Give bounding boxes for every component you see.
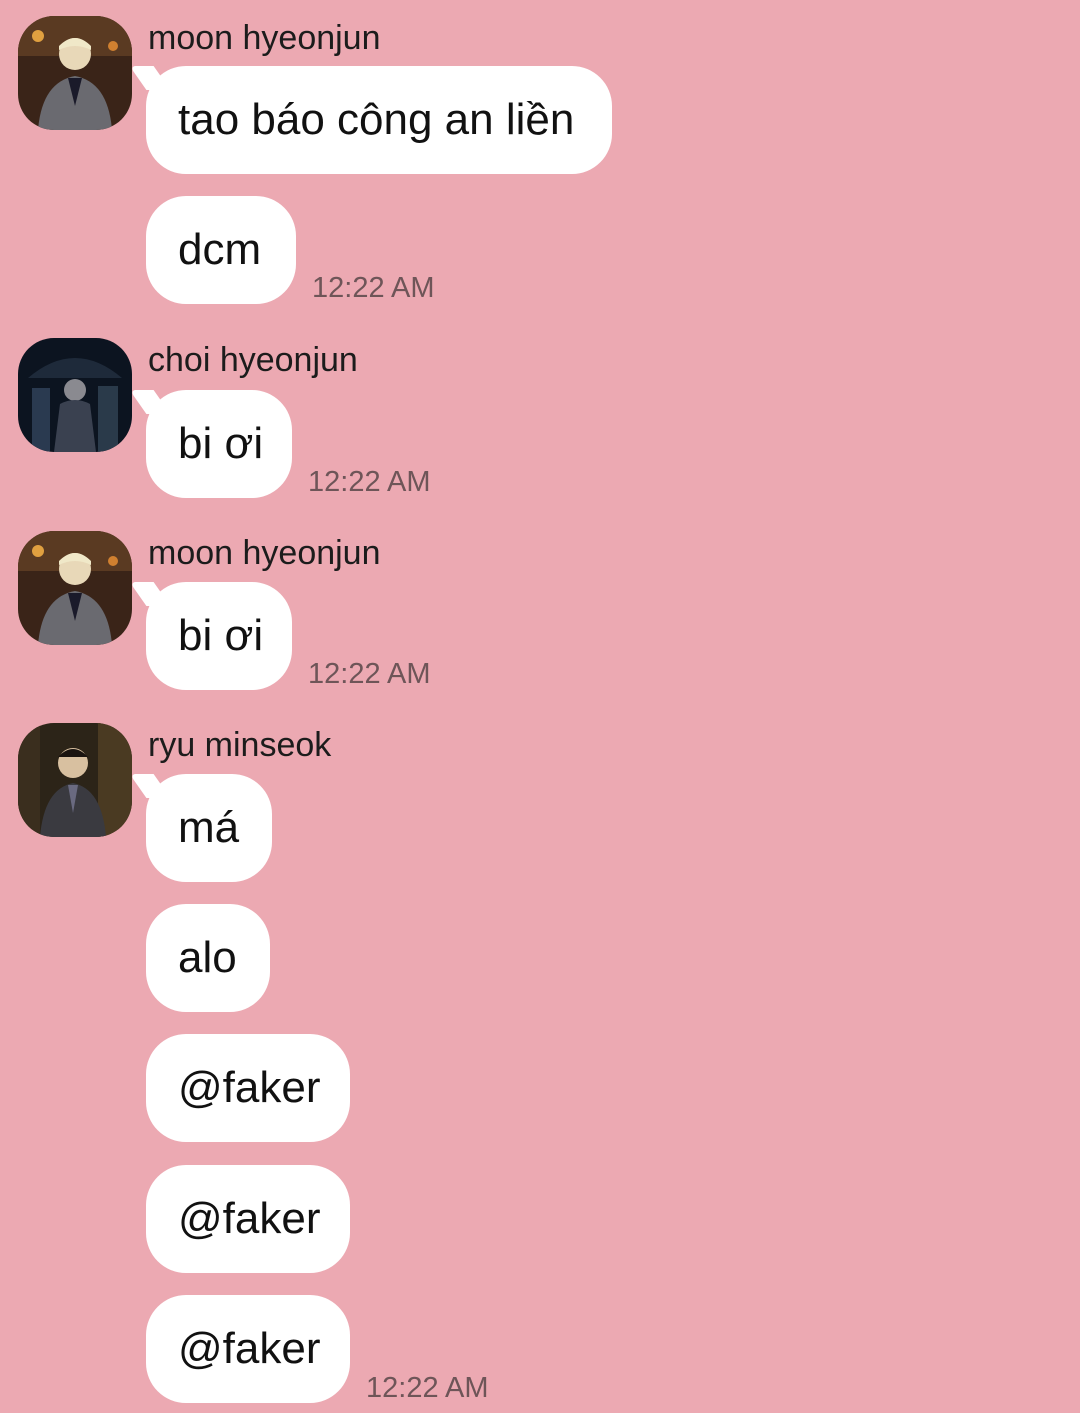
message-bubble[interactable]: @faker <box>146 1295 350 1403</box>
avatar-moon-hyeonjun[interactable] <box>18 531 132 645</box>
sender-name: moon hyeonjun <box>148 19 381 57</box>
message-timestamp: 12:22 AM <box>366 1372 489 1404</box>
avatar-photo-icon <box>18 531 132 645</box>
avatar-photo-icon <box>18 16 132 130</box>
avatar-choi-hyeonjun[interactable] <box>18 338 132 452</box>
sender-name: moon hyeonjun <box>148 534 381 572</box>
message-bubble[interactable]: tao báo công an liền <box>146 66 612 174</box>
message-bubble[interactable]: bi ơi <box>146 390 292 498</box>
message-bubble[interactable]: bi ơi <box>146 582 292 690</box>
message-bubble[interactable]: dcm <box>146 196 296 304</box>
avatar-photo-icon <box>18 338 132 452</box>
message-timestamp: 12:22 AM <box>308 466 431 498</box>
message-bubble[interactable]: alo <box>146 904 270 1012</box>
message-bubble[interactable]: @faker <box>146 1165 350 1273</box>
avatar-photo-icon <box>18 723 132 837</box>
sender-name: ryu minseok <box>148 726 332 764</box>
sender-name: choi hyeonjun <box>148 341 358 379</box>
avatar-ryu-minseok[interactable] <box>18 723 132 837</box>
message-timestamp: 12:22 AM <box>308 658 431 690</box>
message-bubble[interactable]: @faker <box>146 1034 350 1142</box>
message-timestamp: 12:22 AM <box>312 272 435 304</box>
avatar-moon-hyeonjun[interactable] <box>18 16 132 130</box>
message-bubble[interactable]: má <box>146 774 272 882</box>
